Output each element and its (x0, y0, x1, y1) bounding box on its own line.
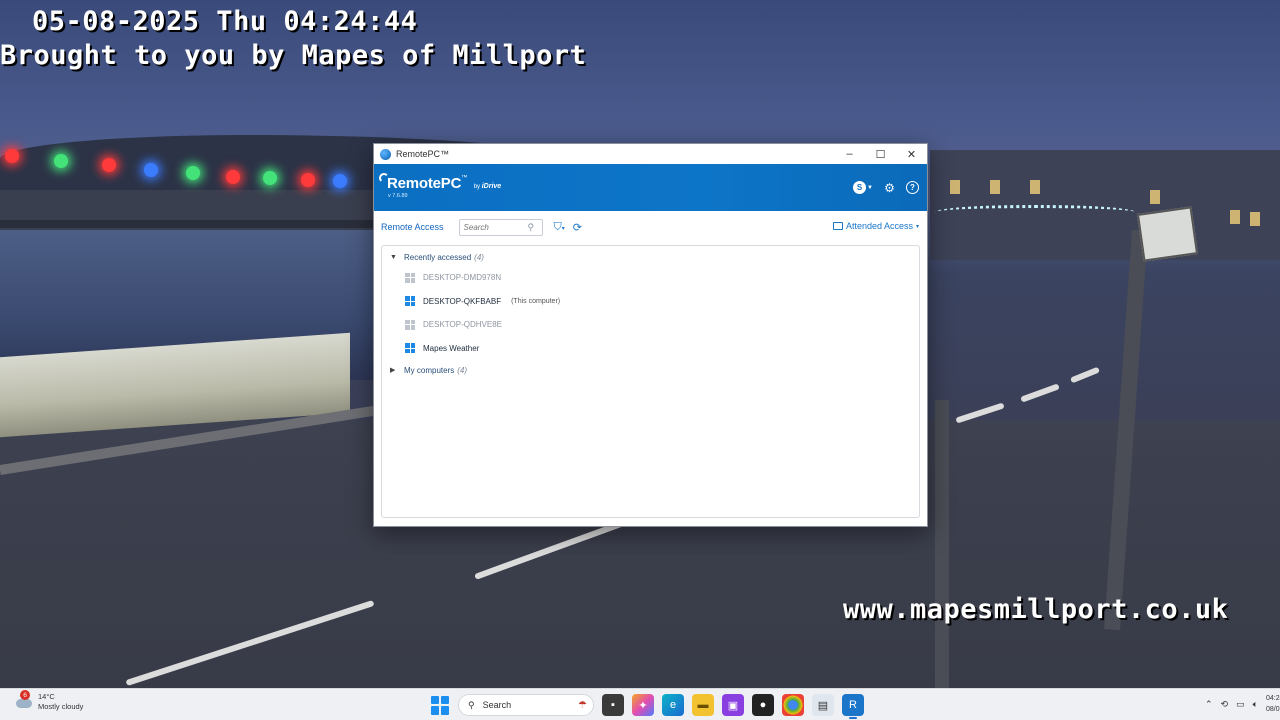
twitch-icon[interactable]: ▣ (722, 694, 744, 716)
sync-icon[interactable]: ⟲ (1221, 699, 1229, 710)
festoon-bulb (263, 171, 277, 185)
notification-badge: 6 (20, 690, 30, 700)
network-icon[interactable]: ▭ (1236, 699, 1245, 710)
windows-logo-icon (405, 272, 415, 283)
festoon-bulb (102, 158, 116, 172)
search-input[interactable] (463, 222, 528, 232)
monitor-icon (832, 222, 843, 230)
string-lights (935, 205, 1135, 219)
festoon-bulb (226, 170, 240, 184)
computer-item[interactable]: DESKTOP-DMD978N (382, 266, 919, 290)
task-view-icon[interactable]: ▪ (602, 694, 624, 716)
chevron-right-icon: ▶ (390, 367, 396, 374)
remotepc-logo: RemotePC™ by iDrive (387, 174, 502, 192)
title-bar[interactable]: RemotePC™ – ☐ ✕ (374, 144, 927, 164)
search-icon: ⚲ (468, 699, 475, 710)
search-highlight-icon: ☂ (578, 699, 587, 711)
minimize-button[interactable]: – (834, 144, 865, 164)
settings-gear-icon[interactable]: ⚙ (882, 180, 897, 195)
remotepc-window: RemotePC™ – ☐ ✕ RemotePC™ by iDrive v 7.… (373, 143, 928, 527)
account-avatar-icon: S (853, 181, 867, 194)
search-icon[interactable]: ⚲ (528, 222, 535, 233)
tab-remote-access[interactable]: Remote Access (381, 222, 444, 232)
obs-icon[interactable]: ● (752, 694, 774, 716)
computer-item[interactable]: DESKTOP-QKFBABF (This computer) (382, 290, 919, 314)
festoon-bulb (5, 149, 19, 163)
group-my-computers[interactable]: ▶ My computers (4) (382, 361, 919, 379)
chevron-down-icon: ▼ (390, 253, 397, 261)
search-box[interactable]: ⚲ (458, 218, 543, 236)
weather-condition: Mostly cloudy (38, 702, 84, 711)
camera-website: www.mapesmillport.co.uk (843, 594, 1229, 625)
windows-logo-icon (405, 319, 415, 330)
toolbar: Remote Access ⚲ ⛉▾ ⟳ Attended Access ▾ (374, 211, 927, 243)
chrome-icon[interactable] (782, 694, 804, 716)
remotepc-taskbar-icon[interactable]: R (842, 694, 864, 719)
system-tray: ⌃ ⟲ ▭ 🔈︎ 04:24 08/05/2025 (1205, 693, 1280, 715)
edge-icon[interactable]: e (662, 694, 684, 716)
clock[interactable]: 04:24 08/05/2025 (1266, 693, 1280, 715)
refresh-icon[interactable]: ⟳ (573, 221, 582, 234)
remotepc-logo-icon (379, 173, 389, 183)
weather-widget[interactable]: 6 14°C Mostly cloudy (16, 690, 84, 712)
festoon-bulb (54, 154, 68, 168)
maximize-button[interactable]: ☐ (865, 144, 896, 164)
road-marking (1020, 383, 1060, 403)
notepad-icon[interactable]: ▤ (812, 694, 834, 716)
chevron-down-icon: ▼ (867, 184, 873, 191)
festoon-bulb (301, 173, 315, 187)
attended-access-button[interactable]: Attended Access ▾ (832, 221, 919, 231)
taskbar-search[interactable]: ⚲ Search ☂ (458, 694, 594, 716)
group-recently-accessed[interactable]: ▼ Recently accessed (4) (382, 248, 919, 266)
camera-caption: Brought to you by Mapes of Millport (0, 40, 587, 71)
festoon-bulb (186, 166, 200, 180)
filter-icon[interactable]: ⛉▾ (554, 221, 565, 234)
file-explorer-icon[interactable]: ▬ (692, 694, 714, 716)
this-computer-tag: (This computer) (511, 297, 561, 305)
taskbar: 6 14°C Mostly cloudy ⚲ Search ☂ ▪ ✦ e ▬ … (0, 688, 1280, 720)
version-label: v 7.6.89 (388, 193, 408, 199)
festoon-bulb (144, 163, 158, 177)
account-menu[interactable]: S ▼ (853, 181, 873, 194)
cloud-icon: 6 (16, 690, 32, 710)
computer-item[interactable]: DESKTOP-QDHVE8E (382, 313, 919, 337)
close-button[interactable]: ✕ (896, 144, 927, 164)
festoon-bulb (333, 174, 347, 188)
windows-logo-icon (405, 343, 415, 354)
start-button[interactable] (431, 695, 450, 715)
window-title: RemotePC™ (396, 149, 450, 159)
computer-item[interactable]: Mapes Weather (382, 337, 919, 361)
chevron-up-icon[interactable]: ⌃ (1205, 699, 1213, 710)
remotepc-app-icon (380, 148, 391, 160)
app-header: RemotePC™ by iDrive v 7.6.89 S ▼ ⚙ ? (374, 164, 927, 211)
windows-logo-icon (405, 296, 415, 307)
weather-temperature: 14°C (38, 692, 55, 701)
road-marking (1069, 366, 1101, 384)
lamp-post (935, 400, 949, 688)
help-icon[interactable]: ? (906, 181, 919, 194)
camera-timestamp: 05-08-2025 Thu 04:24:44 (32, 6, 418, 37)
computer-list-panel: ▼ Recently accessed (4) DESKTOP-DMD978N … (381, 245, 920, 518)
bus-stop-sign (1136, 206, 1199, 262)
chevron-down-icon: ▾ (915, 223, 919, 230)
volume-icon[interactable]: 🔈︎ (1253, 699, 1258, 710)
copilot-icon[interactable]: ✦ (632, 694, 654, 716)
